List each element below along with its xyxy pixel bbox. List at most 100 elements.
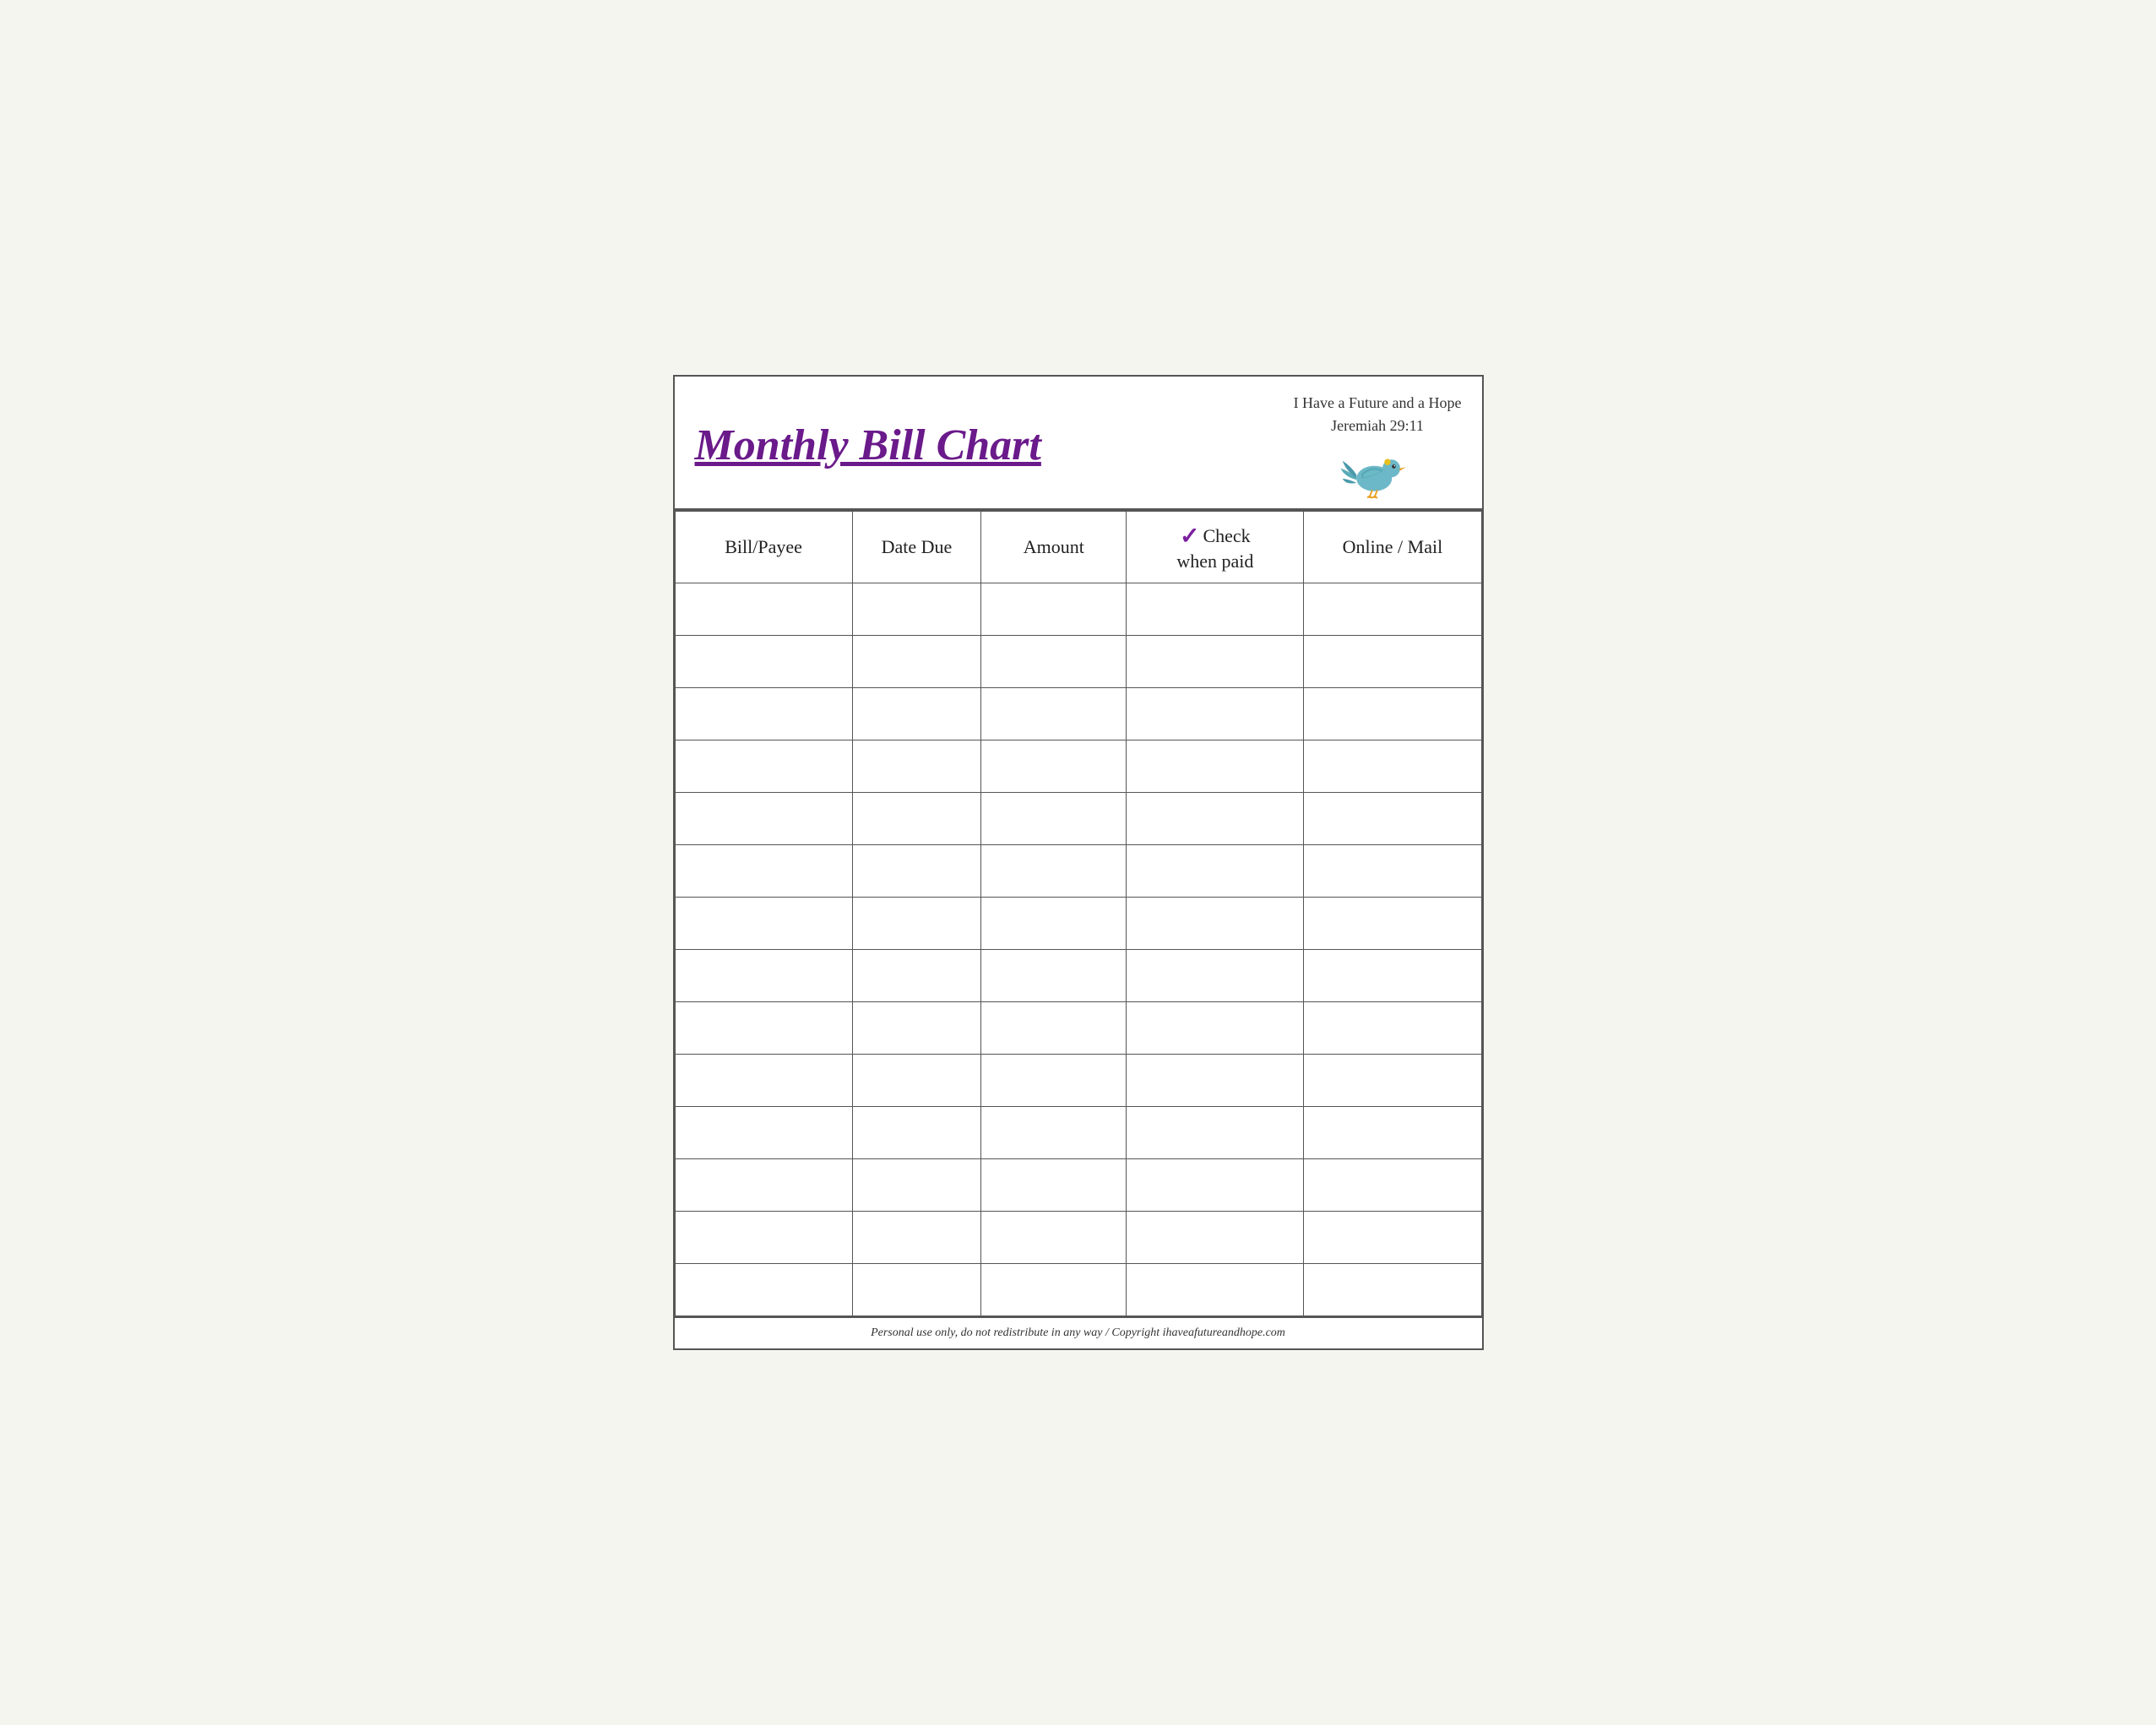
table-cell[interactable] bbox=[852, 1107, 981, 1159]
table-cell[interactable] bbox=[852, 1055, 981, 1107]
table-row[interactable] bbox=[675, 583, 1481, 636]
table-cell[interactable] bbox=[852, 1264, 981, 1316]
table-cell[interactable] bbox=[1127, 636, 1304, 688]
table-cell[interactable] bbox=[1127, 845, 1304, 898]
table-cell[interactable] bbox=[981, 1159, 1127, 1212]
table-cell[interactable] bbox=[1127, 583, 1304, 636]
table-cell[interactable] bbox=[675, 950, 852, 1002]
table-row[interactable] bbox=[675, 1107, 1481, 1159]
table-cell[interactable] bbox=[852, 1159, 981, 1212]
table-cell[interactable] bbox=[1304, 898, 1481, 950]
table-cell[interactable] bbox=[1304, 1212, 1481, 1264]
table-row[interactable] bbox=[675, 845, 1481, 898]
table-cell[interactable] bbox=[1127, 1107, 1304, 1159]
table-row[interactable] bbox=[675, 1264, 1481, 1316]
table-cell[interactable] bbox=[1304, 688, 1481, 740]
table-cell[interactable] bbox=[675, 740, 852, 793]
column-header-check: ✓ Check when paid bbox=[1127, 512, 1304, 583]
table-row[interactable] bbox=[675, 1002, 1481, 1055]
table-cell[interactable] bbox=[852, 583, 981, 636]
table-cell[interactable] bbox=[675, 688, 852, 740]
table-cell[interactable] bbox=[1304, 1264, 1481, 1316]
table-cell[interactable] bbox=[852, 688, 981, 740]
table-cell[interactable] bbox=[981, 845, 1127, 898]
table-row[interactable] bbox=[675, 688, 1481, 740]
table-cell[interactable] bbox=[981, 898, 1127, 950]
table-cell[interactable] bbox=[852, 950, 981, 1002]
table-cell[interactable] bbox=[1304, 950, 1481, 1002]
table-cell[interactable] bbox=[852, 740, 981, 793]
table-cell[interactable] bbox=[675, 1159, 852, 1212]
table-cell[interactable] bbox=[981, 688, 1127, 740]
table-cell[interactable] bbox=[981, 950, 1127, 1002]
table-cell[interactable] bbox=[675, 845, 852, 898]
scripture-text: I Have a Future and a Hope Jeremiah 29:1… bbox=[1294, 392, 1462, 437]
table-cell[interactable] bbox=[1127, 950, 1304, 1002]
table-row[interactable] bbox=[675, 950, 1481, 1002]
page-container: Monthly Bill Chart I Have a Future and a… bbox=[673, 375, 1484, 1350]
table-cell[interactable] bbox=[675, 1055, 852, 1107]
table-cell[interactable] bbox=[1304, 636, 1481, 688]
table-cell[interactable] bbox=[675, 1212, 852, 1264]
table-row[interactable] bbox=[675, 1055, 1481, 1107]
bird-illustration bbox=[1339, 441, 1415, 500]
table-cell[interactable] bbox=[1127, 898, 1304, 950]
table-cell[interactable] bbox=[675, 583, 852, 636]
table-cell[interactable] bbox=[1127, 1055, 1304, 1107]
table-cell[interactable] bbox=[1127, 1159, 1304, 1212]
table-cell[interactable] bbox=[981, 1212, 1127, 1264]
column-header-date: Date Due bbox=[852, 512, 981, 583]
table-cell[interactable] bbox=[852, 898, 981, 950]
table-row[interactable] bbox=[675, 740, 1481, 793]
checkmark-icon: ✓ bbox=[1180, 522, 1199, 551]
table-cell[interactable] bbox=[852, 1002, 981, 1055]
table-cell[interactable] bbox=[675, 1002, 852, 1055]
column-header-online: Online / Mail bbox=[1304, 512, 1481, 583]
table-cell[interactable] bbox=[981, 793, 1127, 845]
table-row[interactable] bbox=[675, 793, 1481, 845]
footer-text: Personal use only, do not redistribute i… bbox=[675, 1316, 1482, 1348]
header: Monthly Bill Chart I Have a Future and a… bbox=[675, 377, 1482, 511]
table-cell[interactable] bbox=[675, 636, 852, 688]
header-right: I Have a Future and a Hope Jeremiah 29:1… bbox=[1294, 392, 1462, 500]
table-cell[interactable] bbox=[981, 1002, 1127, 1055]
table-row[interactable] bbox=[675, 636, 1481, 688]
table-cell[interactable] bbox=[1127, 1212, 1304, 1264]
table-cell[interactable] bbox=[852, 845, 981, 898]
table-cell[interactable] bbox=[1127, 1264, 1304, 1316]
table-cell[interactable] bbox=[1304, 740, 1481, 793]
page-title: Monthly Bill Chart bbox=[695, 421, 1041, 469]
table-cell[interactable] bbox=[675, 793, 852, 845]
table-cell[interactable] bbox=[981, 583, 1127, 636]
bird-icon bbox=[1339, 441, 1415, 500]
table-row[interactable] bbox=[675, 898, 1481, 950]
table-cell[interactable] bbox=[1304, 1107, 1481, 1159]
table-cell[interactable] bbox=[1304, 1055, 1481, 1107]
table-header-row: Bill/Payee Date Due Amount ✓ Check when … bbox=[675, 512, 1481, 583]
table-cell[interactable] bbox=[981, 740, 1127, 793]
column-header-bill: Bill/Payee bbox=[675, 512, 852, 583]
table-row[interactable] bbox=[675, 1212, 1481, 1264]
table-cell[interactable] bbox=[1304, 1159, 1481, 1212]
table-cell[interactable] bbox=[981, 1107, 1127, 1159]
table-cell[interactable] bbox=[675, 1264, 852, 1316]
table-cell[interactable] bbox=[1304, 845, 1481, 898]
table-cell[interactable] bbox=[675, 1107, 852, 1159]
check-top-row: ✓ Check bbox=[1180, 522, 1251, 551]
table-cell[interactable] bbox=[1127, 793, 1304, 845]
table-cell[interactable] bbox=[852, 636, 981, 688]
table-row[interactable] bbox=[675, 1159, 1481, 1212]
table-cell[interactable] bbox=[675, 898, 852, 950]
table-cell[interactable] bbox=[1127, 688, 1304, 740]
bill-chart-table: Bill/Payee Date Due Amount ✓ Check when … bbox=[675, 511, 1482, 1316]
table-cell[interactable] bbox=[981, 1055, 1127, 1107]
table-cell[interactable] bbox=[852, 1212, 981, 1264]
table-cell[interactable] bbox=[852, 793, 981, 845]
table-cell[interactable] bbox=[1304, 583, 1481, 636]
table-cell[interactable] bbox=[1304, 1002, 1481, 1055]
table-cell[interactable] bbox=[1127, 740, 1304, 793]
table-cell[interactable] bbox=[981, 1264, 1127, 1316]
table-cell[interactable] bbox=[1304, 793, 1481, 845]
table-cell[interactable] bbox=[1127, 1002, 1304, 1055]
table-cell[interactable] bbox=[981, 636, 1127, 688]
